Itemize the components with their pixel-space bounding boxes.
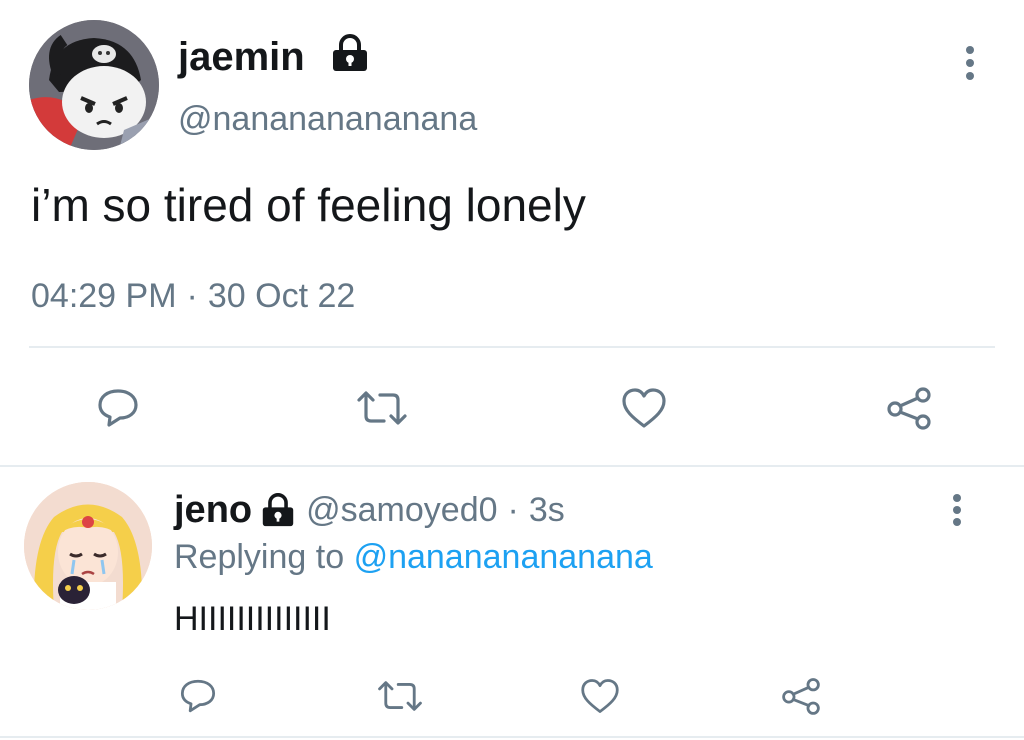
reply-icon <box>180 679 216 713</box>
replying-to-link[interactable]: @nanananananana <box>354 538 653 576</box>
tweet-time: 04:29 PM <box>31 277 177 315</box>
replying-to-label: Replying to <box>174 538 345 576</box>
divider <box>29 346 995 348</box>
like-button[interactable] <box>576 672 624 720</box>
retweet-button[interactable] <box>373 672 427 720</box>
handle-jeno[interactable]: @samoyed0 <box>306 493 497 527</box>
timestamp-separator: · <box>186 277 198 315</box>
heart-icon <box>581 679 619 713</box>
share-icon <box>887 387 931 430</box>
share-button[interactable] <box>880 382 938 434</box>
display-name-jeno[interactable]: jeno <box>174 491 252 529</box>
tweet-timestamp[interactable]: 04:29 PM · 30 Oct 22 <box>31 279 355 313</box>
retweet-icon <box>357 391 407 425</box>
reply-button[interactable] <box>90 382 146 434</box>
more-vertical-icon[interactable] <box>964 46 976 80</box>
avatar-jeno[interactable] <box>24 482 152 610</box>
share-button[interactable] <box>776 672 826 720</box>
reply-separator: · <box>507 491 519 529</box>
reply-age[interactable]: 3s <box>529 493 565 527</box>
share-icon <box>782 678 820 715</box>
lock-icon <box>330 34 370 72</box>
retweet-icon <box>378 681 422 711</box>
reply-header: jeno @samoyed0 · 3s <box>174 491 565 529</box>
heart-icon <box>622 388 666 428</box>
lock-icon <box>260 493 296 527</box>
handle-jaemin[interactable]: @nanananananana <box>178 102 477 136</box>
reply-icon <box>98 389 138 427</box>
reply-button[interactable] <box>174 672 222 720</box>
divider <box>0 465 1024 467</box>
divider <box>0 736 1024 738</box>
like-button[interactable] <box>616 382 672 434</box>
replying-to-line: Replying to @nanananananana <box>174 540 653 574</box>
avatar-jaemin[interactable] <box>29 20 159 150</box>
display-name-jaemin[interactable]: jaemin <box>178 37 305 77</box>
more-vertical-icon[interactable] <box>951 494 963 526</box>
sailor-moon-avatar-image <box>24 482 152 610</box>
retweet-button[interactable] <box>352 382 412 434</box>
tweet-date: 30 Oct 22 <box>207 277 356 315</box>
reply-text: HIIIIIIIIIIIIII <box>174 600 331 638</box>
kuromi-avatar-image <box>29 20 159 150</box>
tweet-text: i’m so tired of feeling lonely <box>31 179 586 231</box>
